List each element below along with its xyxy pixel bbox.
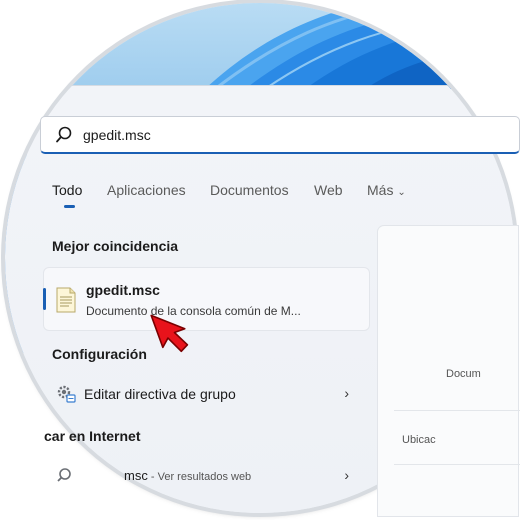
tab-documentos[interactable]: Documentos <box>210 182 289 198</box>
search-input[interactable]: gpedit.msc <box>83 127 151 143</box>
red-arrow-pointer-icon <box>150 304 200 371</box>
web-result-query: msc <box>124 468 148 483</box>
active-tab-indicator <box>64 205 75 208</box>
web-result-suffix: - Ver resultados web <box>147 471 252 483</box>
web-result-item[interactable]: msc - Ver resultados web › <box>44 460 369 492</box>
tab-web[interactable]: Web <box>314 182 343 198</box>
search-icon <box>55 126 73 149</box>
tab-aplicaciones[interactable]: Aplicaciones <box>107 182 186 198</box>
best-match-heading: Mejor coincidencia <box>52 238 179 254</box>
web-search-heading: car en Internet <box>44 428 141 444</box>
search-box[interactable]: gpedit.msc <box>40 116 520 154</box>
preview-location-text: Ubicac <box>402 434 436 446</box>
best-match-result[interactable]: gpedit.msc Documento de la consola común… <box>43 268 369 330</box>
preview-divider <box>394 464 520 465</box>
preview-type-text: Docum <box>446 368 481 380</box>
document-icon <box>55 287 77 318</box>
chevron-right-icon[interactable]: › <box>344 467 349 483</box>
tab-mas[interactable]: Más ⌄ <box>367 182 406 198</box>
preview-divider <box>394 410 520 411</box>
settings-item-edit-group-policy[interactable]: Editar directiva de grupo › <box>44 378 369 410</box>
selection-indicator <box>43 288 46 310</box>
chevron-right-icon[interactable]: › <box>344 385 349 401</box>
desktop-wallpaper <box>5 3 515 89</box>
settings-heading: Configuración <box>52 346 147 362</box>
best-match-title: gpedit.msc <box>86 282 160 298</box>
tab-todo[interactable]: Todo <box>52 182 82 198</box>
web-result-label: msc - Ver resultados web <box>124 468 251 483</box>
settings-gear-icon <box>56 384 76 409</box>
chevron-down-icon: ⌄ <box>397 187 406 198</box>
web-search-icon <box>56 466 76 491</box>
preview-pane: Docum Ubicac <box>378 226 520 516</box>
tab-mas-label: Más <box>367 182 394 198</box>
settings-item-label: Editar directiva de grupo <box>84 386 236 402</box>
